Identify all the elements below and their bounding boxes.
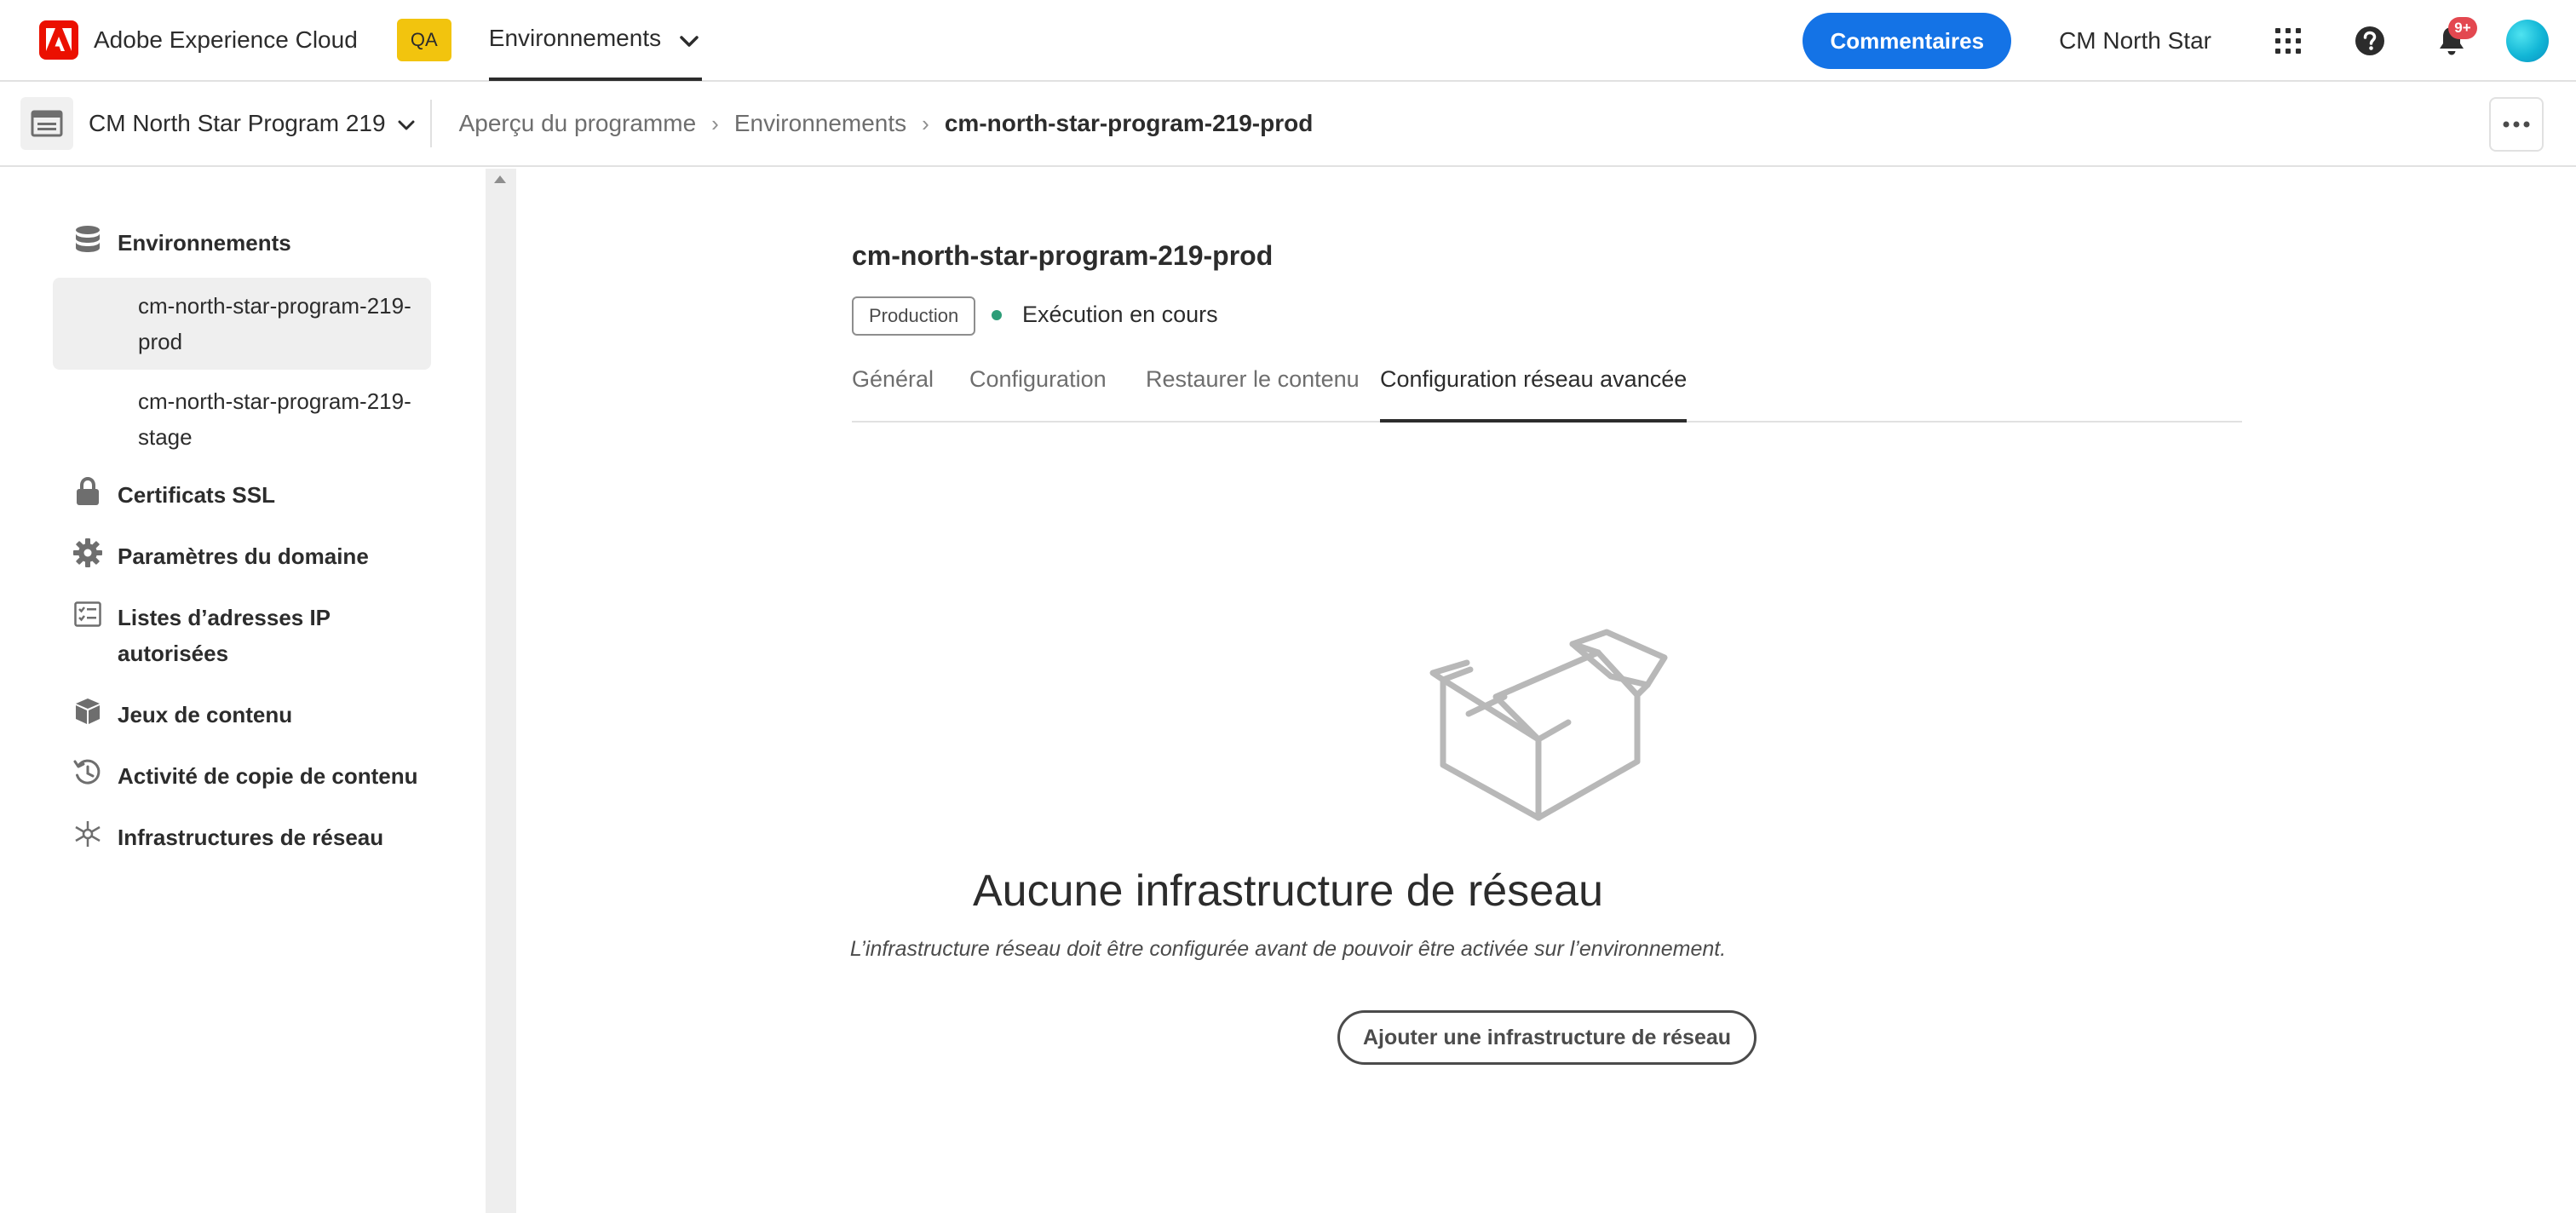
sidebar-item-label: Environnements — [118, 230, 291, 256]
add-network-infrastructure-button[interactable]: Ajouter une infrastructure de réseau — [1337, 1010, 1757, 1065]
sidebar-item-label-line1: Listes d’adresses IP — [118, 605, 331, 630]
open-box-icon — [1429, 629, 1668, 821]
brand-name: Adobe Experience Cloud — [94, 26, 358, 53]
breadcrumb-program-overview[interactable]: Aperçu du programme — [459, 110, 697, 137]
lock-icon — [72, 475, 104, 508]
sidebar-env-stage-line1: cm-north-star-program-219- — [138, 388, 411, 414]
sidebar-env-prod-line2: prod — [138, 329, 183, 354]
sidebar-item-domain-settings[interactable]: Paramètres du domaine — [72, 538, 369, 574]
notification-count-badge: 9+ — [2448, 17, 2477, 39]
chevron-down-icon[interactable] — [398, 120, 415, 130]
chevron-down-icon — [680, 36, 699, 47]
tab-list: Général Configuration Restaurer le conte… — [852, 366, 2242, 423]
sidebar-item-label: Certificats SSL — [118, 482, 275, 508]
history-icon — [72, 756, 104, 789]
brand[interactable]: Adobe Experience Cloud — [39, 20, 358, 60]
nav-environments-label: Environnements — [488, 25, 662, 51]
sidebar-item-content-sets[interactable]: Jeux de contenu — [72, 697, 292, 733]
checklist-icon — [72, 598, 104, 630]
network-icon — [72, 818, 104, 850]
sidebar-env-stage[interactable]: cm-north-star-program-219- stage — [53, 373, 431, 465]
breadcrumb-environments[interactable]: Environnements — [734, 110, 906, 137]
sidebar-env-prod-line1: cm-north-star-program-219- — [138, 293, 411, 319]
environment-badge: QA — [396, 19, 451, 61]
status-text: Exécution en cours — [1022, 302, 1218, 327]
sidebar-env-stage-line2: stage — [138, 424, 193, 450]
package-icon — [72, 695, 104, 727]
sidebar-item-label: Listes d’adresses IP autorisées — [118, 600, 331, 671]
gear-icon — [72, 537, 104, 569]
database-icon — [72, 223, 104, 256]
sidebar-item-environments[interactable]: Environnements — [72, 225, 291, 261]
tab-configuration[interactable]: Configuration — [969, 366, 1107, 423]
sidebar: Environnements cm-north-star-program-219… — [0, 169, 486, 1213]
more-icon — [2503, 121, 2530, 128]
status-dot-icon — [992, 309, 1002, 320]
sidebar-env-prod[interactable]: cm-north-star-program-219- prod — [53, 278, 431, 370]
avatar[interactable] — [2506, 20, 2549, 62]
apps-grid-icon[interactable] — [2263, 15, 2314, 66]
empty-state-description: L’infrastructure réseau doit être config… — [849, 937, 1727, 961]
feedback-button[interactable]: Commentaires — [1803, 13, 2012, 69]
program-switcher-icon[interactable] — [20, 97, 73, 150]
tab-advanced-network-configuration[interactable]: Configuration réseau avancée — [1380, 366, 1688, 423]
chevron-right-icon: › — [922, 110, 929, 136]
more-actions-button[interactable] — [2489, 97, 2544, 152]
environment-status: Exécution en cours — [992, 302, 1218, 328]
page-title: cm-north-star-program-219-prod — [852, 240, 1274, 271]
adobe-logo-icon — [39, 20, 78, 60]
header-actions: Commentaires CM North Star 9+ — [1803, 0, 2576, 82]
sidebar-item-label-line2: autorisées — [118, 641, 229, 666]
breadcrumb-current: cm-north-star-program-219-prod — [944, 110, 1314, 136]
sidebar-item-content-copy-activity[interactable]: Activité de copie de contenu — [72, 758, 418, 794]
program-bar: CM North Star Program 219 Aperçu du prog… — [0, 82, 2576, 167]
tab-restore-content[interactable]: Restaurer le contenu — [1146, 366, 1360, 423]
sidebar-item-network-infrastructures[interactable]: Infrastructures de réseau — [72, 819, 383, 855]
sidebar-item-ip-allow-lists[interactable]: Listes d’adresses IP autorisées — [72, 600, 331, 671]
sidebar-item-label: Jeux de contenu — [118, 702, 293, 727]
notifications-button[interactable]: 9+ — [2426, 15, 2477, 66]
sidebar-item-label: Activité de copie de contenu — [118, 763, 418, 789]
breadcrumb: Aperçu du programme › Environnements › c… — [459, 110, 1314, 137]
program-name[interactable]: CM North Star Program 219 — [89, 110, 386, 137]
org-switcher[interactable]: CM North Star — [2059, 27, 2211, 55]
divider — [429, 100, 432, 147]
environment-type-tag: Production — [852, 296, 976, 336]
chevron-right-icon: › — [711, 110, 719, 136]
sidebar-item-label: Infrastructures de réseau — [118, 825, 384, 850]
tab-general[interactable]: Général — [852, 366, 934, 423]
help-icon[interactable] — [2344, 15, 2395, 66]
sidebar-item-label: Paramètres du domaine — [118, 543, 369, 569]
scroll-up-arrow-icon[interactable] — [494, 175, 506, 183]
global-header: Adobe Experience Cloud QA Environnements… — [0, 0, 2576, 82]
sidebar-scrollbar[interactable] — [486, 169, 516, 1213]
sidebar-item-ssl-certificates[interactable]: Certificats SSL — [72, 477, 275, 513]
empty-state-title: Aucune infrastructure de réseau — [973, 866, 1603, 916]
nav-environments[interactable]: Environnements — [488, 0, 703, 81]
